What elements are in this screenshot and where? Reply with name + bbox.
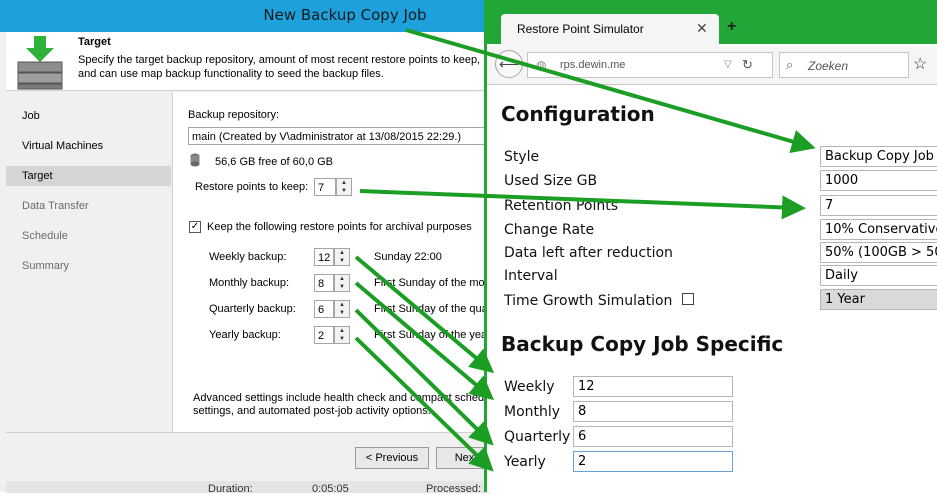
advanced-settings-text-2: settings, and automated post-job activit… — [193, 405, 431, 417]
monthly-copy-label: Monthly — [504, 404, 561, 420]
restore-points-label: Restore points to keep: — [195, 181, 309, 193]
url-text: rps.dewin.me — [560, 59, 626, 71]
style-select[interactable]: Backup Copy Job — [820, 146, 937, 167]
processed-label: Processed: — [426, 483, 482, 495]
duration-value: 0:05:05 — [312, 483, 349, 495]
monthly-label: Monthly backup: — [209, 277, 290, 289]
spin-up-icon[interactable]: ▲ — [337, 179, 351, 187]
step-job[interactable]: Job — [6, 106, 171, 126]
used-size-label: Used Size GB — [504, 173, 598, 189]
used-size-input[interactable]: 1000 — [820, 170, 937, 191]
wizard-footer: < Previous Next Duration: 0:05:05 Proces… — [6, 432, 496, 495]
weekly-copy-label: Weekly — [504, 379, 555, 395]
weekly-label: Weekly backup: — [209, 251, 287, 263]
backup-copy-job-wizard: New Backup Copy Job Target Specify the t… — [0, 0, 496, 495]
header-description: Specify the target backup repository, am… — [78, 54, 481, 80]
step-schedule[interactable]: Schedule — [6, 226, 171, 246]
bookmark-star-icon[interactable]: ☆ — [913, 54, 927, 74]
quarterly-copy-label: Quarterly — [504, 429, 571, 445]
browser-tabstrip: Restore Point Simulator ✕ + — [487, 0, 937, 46]
database-icon — [190, 153, 200, 167]
address-bar[interactable]: ◍ rps.dewin.me ▽ ↻ — [527, 52, 773, 78]
yearly-copy-input[interactable]: 2 — [573, 451, 733, 472]
time-growth-select[interactable]: 1 Year — [820, 289, 937, 310]
repository-label: Backup repository: — [188, 109, 280, 121]
quarterly-copy-input[interactable]: 6 — [573, 426, 733, 447]
style-label: Style — [504, 149, 540, 165]
monthly-input[interactable]: 8 — [314, 274, 334, 292]
change-rate-label: Change Rate — [504, 222, 595, 238]
retention-points-label: Retention Points — [504, 198, 619, 214]
weekly-spinner[interactable]: ▲ ▼ — [334, 248, 350, 266]
previous-button[interactable]: < Previous — [355, 447, 429, 469]
change-rate-select[interactable]: 10% Conservative — [820, 219, 937, 240]
yearly-spinner[interactable]: ▲ ▼ — [334, 326, 350, 344]
step-summary[interactable]: Summary — [6, 256, 171, 276]
quarterly-spinner[interactable]: ▲ ▼ — [334, 300, 350, 318]
keep-archival-checkbox[interactable]: ✓ — [189, 221, 201, 233]
restore-points-input[interactable]: 7 — [314, 178, 336, 196]
restore-points-spinner[interactable]: ▲ ▼ — [336, 178, 352, 196]
data-left-select[interactable]: 50% (100GB > 50 — [820, 242, 937, 263]
browser-toolbar: ⟵ ◍ rps.dewin.me ▽ ↻ ⌕ Zoeken ☆ — [487, 46, 937, 85]
duration-label: Duration: — [208, 483, 253, 495]
search-placeholder: Zoeken — [808, 59, 849, 73]
spin-down-icon[interactable]: ▼ — [337, 187, 351, 195]
time-growth-checkbox[interactable] — [682, 293, 694, 305]
monthly-schedule[interactable]: First Sunday of the mon — [374, 277, 491, 289]
step-data-transfer[interactable]: Data Transfer — [6, 196, 171, 216]
close-tab-icon[interactable]: ✕ — [696, 20, 708, 37]
interval-label: Interval — [504, 268, 558, 284]
time-growth-label: Time Growth Simulation — [504, 293, 673, 309]
header-title: Target — [78, 36, 111, 48]
weekly-copy-input[interactable]: 12 — [573, 376, 733, 397]
browser-window: Restore Point Simulator ✕ + ⟵ ◍ rps.dewi… — [484, 0, 937, 492]
browser-tab[interactable]: Restore Point Simulator ✕ — [501, 14, 719, 46]
configuration-heading: Configuration — [501, 102, 655, 126]
new-tab-icon[interactable]: + — [727, 18, 736, 36]
monthly-spinner[interactable]: ▲ ▼ — [334, 274, 350, 292]
free-space-text: 56,6 GB free of 60,0 GB — [215, 156, 334, 168]
advanced-settings-text-1: Advanced settings include health check a… — [193, 392, 491, 404]
monthly-copy-input[interactable]: 8 — [573, 401, 733, 422]
quarterly-input[interactable]: 6 — [314, 300, 334, 318]
yearly-copy-label: Yearly — [504, 454, 546, 470]
quarterly-label: Quarterly backup: — [209, 303, 296, 315]
tab-title: Restore Point Simulator — [517, 22, 644, 36]
wizard-header: Target Specify the target backup reposit… — [6, 32, 490, 91]
weekly-schedule[interactable]: Sunday 22:00 — [374, 251, 442, 263]
repository-select[interactable]: main (Created by V\administrator at 13/0… — [188, 127, 491, 145]
yearly-label: Yearly backup: — [209, 329, 281, 341]
keep-archival-label: Keep the following restore points for ar… — [207, 221, 472, 233]
search-box[interactable]: ⌕ Zoeken — [779, 52, 909, 78]
retention-points-input[interactable]: 7 — [820, 195, 937, 216]
step-virtual-machines[interactable]: Virtual Machines — [6, 136, 171, 156]
search-icon: ⌕ — [786, 57, 794, 72]
globe-icon: ◍ — [536, 58, 547, 72]
quarterly-schedule[interactable]: First Sunday of the qua — [374, 303, 488, 315]
backup-repository-icon — [17, 36, 63, 90]
wizard-step-nav: Job Virtual Machines Target Data Transfe… — [6, 92, 172, 432]
copy-job-heading: Backup Copy Job Specific — [501, 332, 784, 356]
interval-select[interactable]: Daily — [820, 265, 937, 286]
dropdown-icon[interactable]: ▽ — [724, 59, 732, 70]
step-target[interactable]: Target — [6, 166, 171, 186]
target-settings-panel: Backup repository: main (Created by V\ad… — [172, 92, 491, 432]
weekly-input[interactable]: 12 — [314, 248, 334, 266]
yearly-input[interactable]: 2 — [314, 326, 334, 344]
back-icon[interactable]: ⟵ — [495, 50, 523, 78]
data-left-label: Data left after reduction — [504, 245, 673, 261]
reload-icon[interactable]: ↻ — [742, 57, 753, 73]
yearly-schedule[interactable]: First Sunday of the year — [374, 329, 491, 341]
